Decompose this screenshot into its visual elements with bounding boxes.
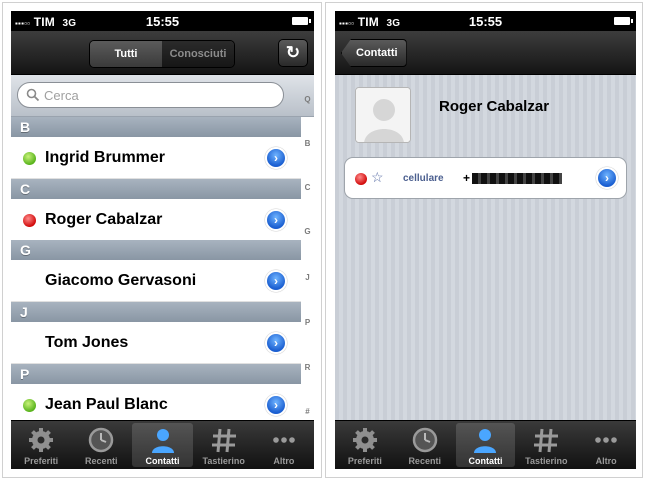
detail-disclosure-button[interactable]: › bbox=[265, 270, 287, 292]
star-icon[interactable]: ☆ bbox=[371, 169, 384, 186]
tab-bar: Preferiti Recenti Contatti Tastierino Al… bbox=[335, 420, 636, 469]
clock-icon bbox=[89, 427, 114, 453]
contact-name: Tom Jones bbox=[45, 334, 129, 351]
clock-icon bbox=[412, 427, 437, 453]
more-icon bbox=[273, 437, 295, 443]
detail-disclosure-button[interactable]: › bbox=[265, 332, 287, 354]
status-time: 15:55 bbox=[468, 14, 503, 29]
section-header-p: P bbox=[11, 364, 301, 384]
contact-row-giacomo-gervasoni[interactable]: Giacomo Gervasoni › bbox=[11, 260, 301, 302]
person-icon bbox=[474, 429, 497, 453]
segment-all[interactable]: Tutti bbox=[90, 41, 162, 67]
index-search[interactable]: Q bbox=[301, 95, 314, 104]
search-bar: Cerca bbox=[11, 75, 314, 117]
contact-row-ingrid-brummer[interactable]: Ingrid Brummer › bbox=[11, 137, 301, 179]
section-header-j: J bbox=[11, 302, 301, 322]
gear-icon bbox=[352, 428, 377, 452]
tab-contatti[interactable]: Contatti bbox=[455, 423, 516, 467]
segmented-control: Tutti Conosciuti bbox=[89, 40, 235, 68]
tab-label: Altro bbox=[273, 456, 295, 466]
index-g[interactable]: G bbox=[301, 227, 314, 236]
tab-preferiti[interactable]: Preferiti bbox=[11, 421, 71, 469]
phone-prefix: + bbox=[463, 171, 471, 185]
index-j[interactable]: J bbox=[301, 273, 314, 282]
keypad-icon bbox=[534, 428, 559, 453]
tab-label: Tastierino bbox=[202, 456, 245, 466]
tab-label: Tastierino bbox=[525, 456, 568, 466]
more-icon bbox=[595, 437, 617, 443]
search-icon bbox=[26, 88, 40, 102]
battery-icon bbox=[292, 17, 311, 25]
tab-bar: Preferiti Recenti Contatti Tastierino Al… bbox=[11, 420, 314, 469]
section-header-b: B bbox=[11, 117, 301, 137]
tab-altro[interactable]: Altro bbox=[254, 421, 314, 469]
tab-tastierino[interactable]: Tastierino bbox=[516, 421, 576, 469]
status-bar: ▪▪▪▫▫ TIM 3G 15:55 bbox=[335, 11, 636, 31]
back-button[interactable]: Contatti bbox=[341, 39, 407, 67]
gear-icon bbox=[29, 428, 54, 452]
contact-row-tom-jones[interactable]: Tom Jones › bbox=[11, 322, 301, 364]
segment-known[interactable]: Conosciuti bbox=[162, 41, 234, 67]
section-header-g: G bbox=[11, 240, 301, 260]
contact-name: Ingrid Brummer bbox=[45, 149, 166, 166]
tab-label: Contatti bbox=[468, 456, 503, 466]
redacted-number bbox=[472, 173, 563, 185]
navigation-bar: Contatti bbox=[335, 31, 636, 75]
tab-label: Contatti bbox=[145, 456, 180, 466]
contact-name: Giacomo Gervasoni bbox=[45, 272, 197, 289]
contacts-list-screen: ▪▪▪▫▫ TIM 3G 15:55 Tutti Conosciuti ↻ Ce… bbox=[11, 11, 314, 469]
detail-disclosure-button[interactable]: › bbox=[265, 147, 287, 169]
refresh-icon: ↻ bbox=[285, 43, 301, 62]
tab-label: Altro bbox=[595, 456, 617, 466]
contact-name-title: Roger Cabalzar bbox=[439, 98, 550, 115]
tab-tastierino[interactable]: Tastierino bbox=[194, 421, 254, 469]
phone-number: + bbox=[463, 171, 563, 185]
tab-label: Recenti bbox=[408, 456, 441, 466]
tab-label: Preferiti bbox=[24, 456, 59, 466]
search-input[interactable]: Cerca bbox=[17, 82, 284, 108]
avatar bbox=[355, 87, 411, 143]
navigation-bar: Tutti Conosciuti ↻ bbox=[11, 31, 314, 75]
presence-busy-icon bbox=[23, 214, 36, 227]
presence-online-icon bbox=[23, 152, 36, 165]
index-hash[interactable]: # bbox=[301, 407, 314, 416]
phone-label: cellulare bbox=[403, 173, 444, 184]
status-bar: ▪▪▪▫▫ TIM 3G 15:55 bbox=[11, 11, 314, 31]
battery-icon bbox=[614, 17, 633, 25]
detail-disclosure-button[interactable]: › bbox=[596, 167, 618, 189]
tab-recenti[interactable]: Recenti bbox=[395, 421, 455, 469]
section-header-c: C bbox=[11, 179, 301, 199]
keypad-icon bbox=[211, 428, 236, 453]
phone-number-row[interactable]: ☆ cellulare + › bbox=[344, 157, 627, 199]
index-c[interactable]: C bbox=[301, 183, 314, 192]
tab-label: Recenti bbox=[85, 456, 118, 466]
index-p[interactable]: P bbox=[301, 318, 314, 327]
contact-name: Jean Paul Blanc bbox=[45, 396, 168, 413]
detail-disclosure-button[interactable]: › bbox=[265, 394, 287, 416]
contact-name: Roger Cabalzar bbox=[45, 211, 163, 228]
search-placeholder: Cerca bbox=[44, 87, 79, 103]
person-icon bbox=[151, 429, 174, 453]
presence-online-icon bbox=[23, 399, 36, 412]
tab-recenti[interactable]: Recenti bbox=[71, 421, 131, 469]
detail-disclosure-button[interactable]: › bbox=[265, 209, 287, 231]
tab-preferiti[interactable]: Preferiti bbox=[335, 421, 395, 469]
status-time: 15:55 bbox=[145, 14, 180, 29]
index-r[interactable]: R bbox=[301, 363, 314, 372]
tab-altro[interactable]: Altro bbox=[576, 421, 636, 469]
contact-row-roger-cabalzar[interactable]: Roger Cabalzar › bbox=[11, 199, 301, 241]
contact-detail-screen: ▪▪▪▫▫ TIM 3G 15:55 Contatti Roger Cabalz… bbox=[335, 11, 636, 469]
refresh-button[interactable]: ↻ bbox=[278, 39, 308, 67]
index-b[interactable]: B bbox=[301, 139, 314, 148]
section-index[interactable]: Q B C G J P R # bbox=[301, 75, 314, 425]
presence-busy-icon bbox=[355, 173, 367, 185]
person-silhouette-icon bbox=[356, 88, 410, 142]
tab-label: Preferiti bbox=[347, 456, 382, 466]
tab-contatti[interactable]: Contatti bbox=[132, 423, 193, 467]
